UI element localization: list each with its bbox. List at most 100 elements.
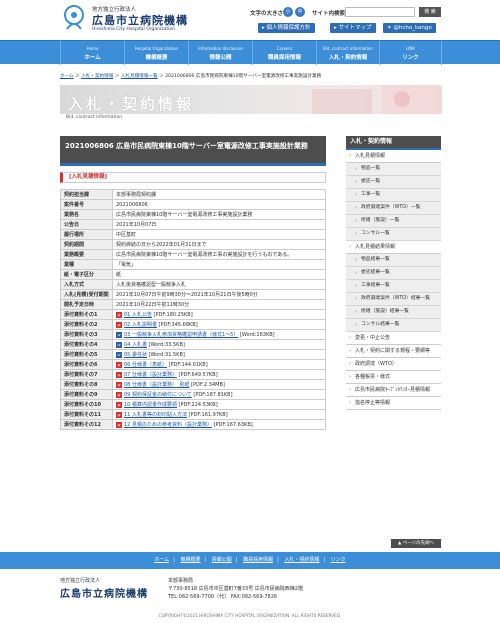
row-value: 2021年10月07日午前9時30分～2021年10月21日午後5時0分 [112,289,326,300]
sidebar-category[interactable]: 指名停止等情報 [346,397,441,410]
nav-bid-contract[interactable]: Bid, contract information 入札・契約情報 [316,41,379,65]
sidebar-item[interactable]: コンサル一覧 [346,228,441,241]
attachment-meta: [PDF:167.63KB] [213,422,253,428]
footer-org-type: 地方独立行政法人 [60,578,101,584]
sidebar: 入札・契約情報 入札見積情報物品一覧委託一覧工事一覧政府調達案件（WTO）一覧修… [346,136,441,410]
sidebar-item[interactable]: 政府調達案件（WTO）結果一覧 [346,293,441,306]
pdf-file-icon: ▤ [116,391,122,398]
attachment-link[interactable]: 08 仕様書（設計業務） 別紙 [124,382,189,388]
attachment-link[interactable]: 06 仕様書（表紙） [124,362,167,368]
pdf-file-icon: ▤ [116,421,122,428]
sidebar-item[interactable]: 政府調達案件（WTO）一覧 [346,202,441,215]
attachment-link[interactable]: 07 仕様書（設計業務） [124,372,177,378]
sitemap-button[interactable]: ▸ サイトマップ [330,23,376,33]
attachment-cell: W 04 入札書 [Word:33.5KB] [112,339,326,350]
table-row: 公告日 2021年10月07日 [60,219,326,230]
attachment-meta: [PDF:180.25KB] [153,312,193,318]
attachment-link[interactable]: 04 入札書 [124,342,147,348]
row-value: 2021年10月07日 [112,219,326,230]
sidebar-item[interactable]: 委託結果一覧 [346,267,441,280]
attachment-cell: ▤ 07 仕様書（設計業務） [PDF:649.57KB] [112,369,326,380]
sidebar-item[interactable]: 修繕（施設）結果一覧 [346,306,441,319]
sidebar-category[interactable]: 広島市民病院ｵｰﾌﾟﾝｶｳﾝﾀｰ見積情報 [346,384,441,397]
privacy-policy-button[interactable]: ▸ 個人情報保護方針 [258,23,315,33]
logo-title[interactable]: 広島市立病院機構 [92,12,188,28]
nav-home[interactable]: Home ホーム [60,41,124,65]
font-small-button[interactable]: 小 [283,7,293,17]
sidebar-item[interactable]: 工事結果一覧 [346,280,441,293]
attachment-cell: ▤ 10 積算内訳書作成要領 [PDF:224.53KB] [112,399,326,410]
sidebar-item[interactable]: 物品一覧 [346,163,441,176]
footer-nav-disclosure[interactable]: 情報公開 [212,557,232,563]
table-row: 契約担当課 本部事務局契約課 [60,189,326,200]
row-label: 入札方式 [60,279,113,290]
table-row: 業務概要 広島市民病院東棟10階サーバー室電源改修工事の実施設計を行うものである。 [60,249,326,260]
nav-organization[interactable]: Hospital Organization 機構概要 [124,41,188,65]
twitter-button[interactable]: ✦ @hcho_kango [383,23,436,33]
row-value: 2021006806 [112,199,326,210]
breadcrumb-bid-list[interactable]: 入札見積情報一覧 [121,74,158,79]
footer-nav-bid-contract[interactable]: 入札・契約情報 [284,557,319,563]
attachment-row: 添付資料その12 ▤ 12 見積のための参考資料（設計業務） [PDF:167.63… [60,419,326,430]
attachment-cell: ▤ 09 契約保証金の納付について [PDF:187.81KB] [112,389,326,400]
nav-link[interactable]: LINK リンク [379,41,442,65]
attachment-cell: ▤ 11 入札書等の封印貼入方法 [PDF:161.97KB] [112,409,326,420]
table-row: 業種 「電気」 [60,259,326,270]
nav-careers[interactable]: Careers 職員採用情報 [252,41,316,65]
breadcrumb-home[interactable]: ホーム [60,74,74,79]
nav-careers-ja: 職員採用情報 [267,55,301,61]
attachment-link[interactable]: 03 一般競争入札参加資格確認申請書（様式1～5） [124,332,238,338]
sidebar-category[interactable]: 各種帳票・様式 [346,371,441,384]
footer-tel: TEL:082-569-7700（代） FAX:082-569-7826 [168,594,278,600]
attachment-label: 添付資料その3 [60,329,113,340]
pdf-file-icon: ▤ [116,411,122,418]
footer-nav-careers[interactable]: 職員採用情報 [243,557,273,563]
twitter-label: @hcho_kango [393,25,432,31]
nav-disclosure[interactable]: Information disclosure 情報公開 [188,41,252,65]
page-top-button[interactable]: ▲ ページの先頭へ [391,539,441,548]
twitter-icon: ✦ [387,25,392,31]
attachment-link[interactable]: 02 入札説明書 [124,322,157,328]
row-label: 業種 [60,259,113,270]
sidebar-item[interactable]: 修繕（施設）一覧 [346,215,441,228]
attachment-row: 添付資料その11 ▤ 11 入札書等の封印貼入方法 [PDF:161.97KB] [60,409,326,420]
attachment-link[interactable]: 05 委任状 [124,352,147,358]
sidebar-category[interactable]: 入札見積情報 [346,150,441,163]
hospital-logo-icon[interactable] [62,5,86,33]
sidebar-category[interactable]: 入札・契約に関する規程・要綱等 [346,345,441,358]
attachment-link[interactable]: 09 契約保証金の納付について [124,392,192,398]
sidebar-category[interactable]: 変更・中止公告 [346,332,441,345]
font-medium-button[interactable]: 中 [295,7,305,17]
footer-nav-organization[interactable]: 機構概要 [180,557,200,563]
attachment-link[interactable]: 11 入札書等の封印貼入方法 [124,412,187,418]
table-row: 開札予定日時 2021年10月22日午前11時30分 [60,299,326,310]
page-title: 2021006806 広島市民病院東棟10階サーバー室電源改修工事実施設計業務 [60,136,326,166]
row-value: 「電気」 [112,259,326,270]
attachment-label: 添付資料その10 [60,399,113,410]
word-file-icon: W [116,341,122,348]
sidebar-item[interactable]: 委託一覧 [346,176,441,189]
attachment-link[interactable]: 12 見積のための参考資料（設計業務） [124,422,212,428]
sidebar-item[interactable]: 物品結果一覧 [346,254,441,267]
search-input[interactable] [345,7,415,17]
attachment-link[interactable]: 01 入札公告 [124,312,152,318]
row-value: 広島市民病院東棟10階サーバー室電源改修工事の実施設計を行うものである。 [112,249,326,260]
footer-address: 〒730-8518 広島市中区基町7番33号 広島市民病院西棟2階 [168,586,303,592]
search-label: サイト内検索 [312,11,346,17]
table-row: 入札方式 入札後資格確認型一般競争入札 [60,279,326,290]
footer-nav-link[interactable]: リンク [331,557,346,563]
sidebar-item[interactable]: 工事一覧 [346,189,441,202]
search-button[interactable]: 検 索 [419,7,441,17]
footer-dept: 本部事務局 [168,578,194,584]
sidebar-item[interactable]: コンサル結果一覧 [346,319,441,332]
table-row: 履行場所 中区基町 [60,229,326,240]
table-row: 契約期間 契約締結の日から2022年01月31日まで [60,239,326,250]
banner-title: 入札・契約情報 [68,95,195,113]
nav-bid-contract-ja: 入札・契約情報 [328,55,368,61]
sidebar-category[interactable]: 入札見積結果情報 [346,241,441,254]
pdf-file-icon: ▤ [116,381,122,388]
sidebar-category[interactable]: 政府調達（WTO） [346,358,441,371]
attachment-link[interactable]: 10 積算内訳書作成要領 [124,402,177,408]
footer-nav-home[interactable]: ホーム [154,557,169,563]
breadcrumb-bid-contract[interactable]: 入札・契約情報 [81,74,113,79]
